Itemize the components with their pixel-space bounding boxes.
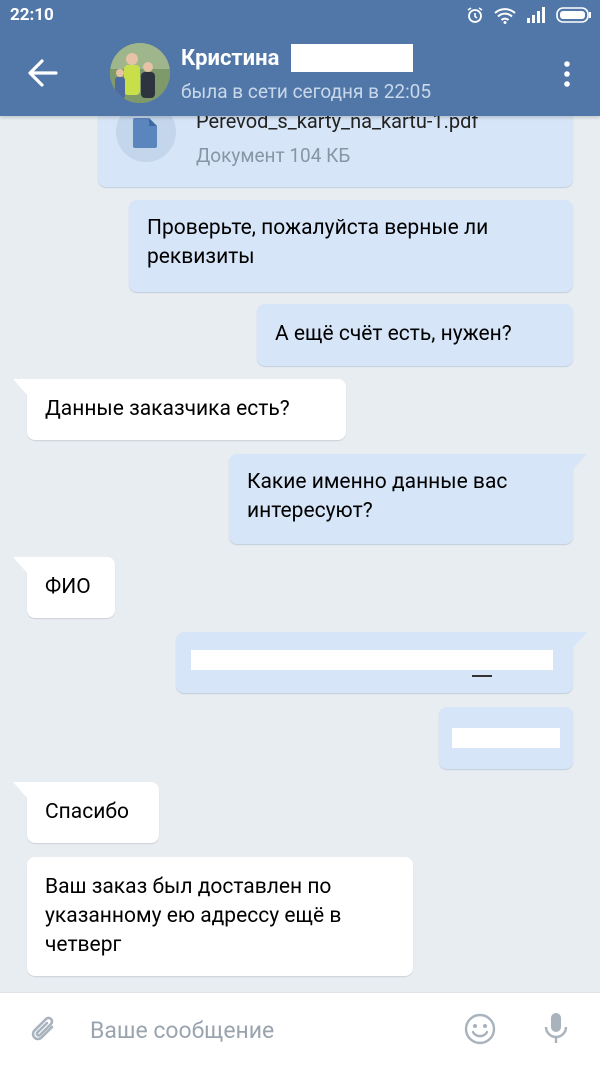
message-document[interactable]: Perevod_s_karty_na_kartu-1.pdf Документ … — [98, 116, 573, 187]
bubble-tail — [571, 454, 587, 472]
redacted-surname — [291, 44, 413, 72]
wifi-icon — [494, 7, 516, 24]
status-bar: 22:10 — [0, 0, 600, 30]
redaction-residue — [472, 670, 492, 677]
contact-status: была в сети сегодня в 22:05 — [181, 80, 432, 103]
signal-icon — [527, 7, 545, 23]
status-icons — [466, 6, 592, 24]
message-list[interactable]: Perevod_s_karty_na_kartu-1.pdf Документ … — [0, 116, 600, 992]
message-outgoing-redacted[interactable] — [176, 632, 587, 693]
document-icon-wrap — [116, 116, 176, 162]
attach-icon[interactable] — [28, 1013, 60, 1047]
battery-icon — [556, 7, 591, 23]
message-outgoing[interactable]: Проверьте, пожалуйста верные ли реквизит… — [129, 200, 573, 292]
message-incoming[interactable]: Данные заказчика есть? — [13, 379, 346, 440]
message-incoming[interactable]: ФИО — [13, 557, 115, 618]
status-time: 22:10 — [10, 5, 54, 25]
message-incoming[interactable]: Спасибо — [13, 782, 159, 843]
message-text: Данные заказчика есть? — [45, 397, 290, 421]
message-text: Проверьте, пожалуйста верные ли реквизит… — [147, 216, 489, 269]
message-outgoing-redacted[interactable] — [439, 707, 573, 769]
redaction-block — [452, 728, 560, 748]
bubble-tail — [13, 557, 29, 575]
back-arrow-icon[interactable] — [26, 56, 60, 90]
chat-header: Кристина была в сети сегодня в 22:05 — [0, 30, 600, 116]
avatar[interactable] — [110, 43, 170, 103]
message-outgoing[interactable]: А ещё счёт есть, нужен? — [257, 304, 573, 366]
bubble-tail — [13, 782, 29, 800]
bubble-tail — [571, 632, 587, 650]
document-filename[interactable]: Perevod_s_karty_na_kartu-1.pdf — [196, 116, 478, 136]
message-input[interactable]: Ваше сообщение — [90, 1017, 274, 1044]
emoji-icon[interactable] — [464, 1013, 496, 1045]
message-outgoing[interactable]: Какие именно данные вас интересуют? — [229, 454, 587, 544]
message-composer: Ваше сообщение — [0, 992, 600, 1067]
more-vert-icon[interactable] — [564, 61, 570, 87]
document-icon — [133, 118, 157, 148]
mic-icon[interactable] — [544, 1011, 568, 1045]
message-text: Ваш заказ был доставлен по указанному ею… — [45, 875, 342, 957]
message-text: А ещё счёт есть, нужен? — [275, 322, 512, 346]
alarm-icon — [467, 7, 483, 23]
message-incoming[interactable]: Ваш заказ был доставлен по указанному ею… — [27, 857, 413, 976]
bubble-tail — [13, 379, 29, 397]
message-text: Спасибо — [45, 800, 129, 824]
message-text: ФИО — [45, 575, 91, 599]
contact-name[interactable]: Кристина — [181, 46, 279, 71]
redaction-block — [191, 650, 553, 670]
message-text: Какие именно данные вас интересуют? — [247, 470, 508, 523]
document-meta: Документ 104 КБ — [196, 144, 351, 167]
